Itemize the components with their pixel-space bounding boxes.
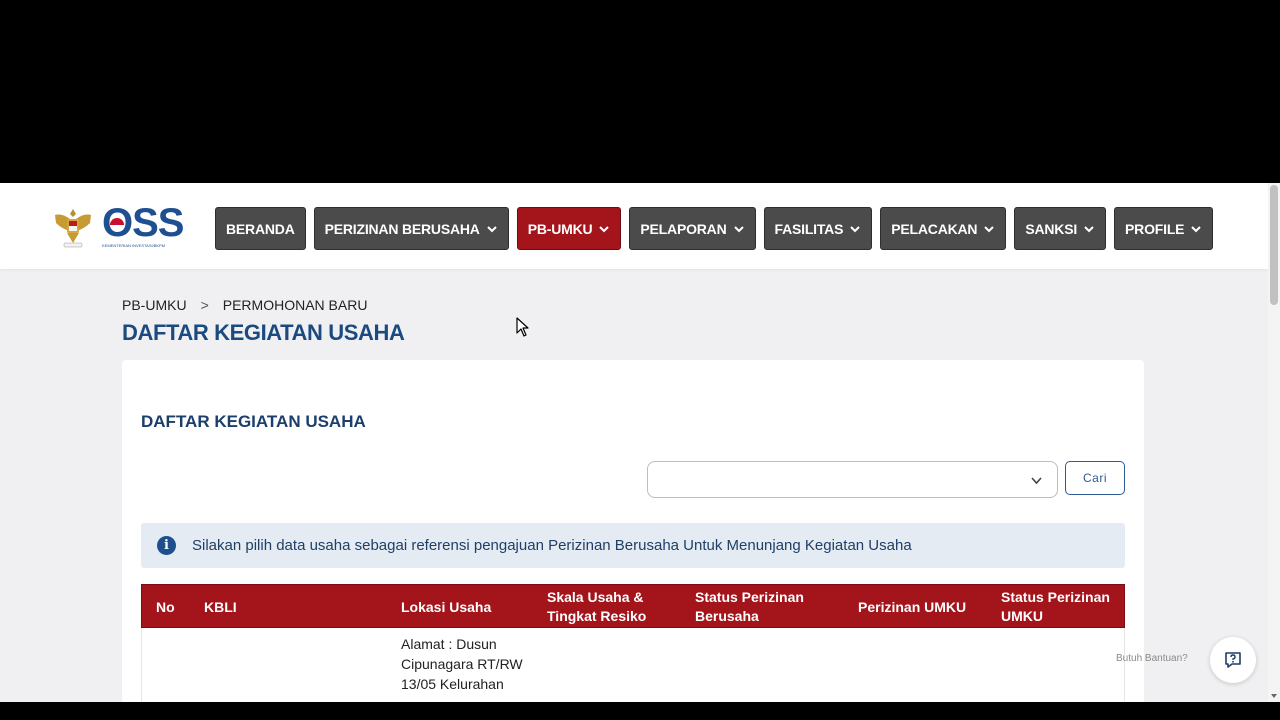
breadcrumb: PB-UMKU > PERMOHONAN BARU	[122, 297, 367, 313]
col-header-perizinan-umku: Perizinan UMKU	[858, 598, 967, 615]
chevron-down-icon	[599, 225, 610, 232]
help-label: Butuh Bantuan?	[1116, 653, 1188, 664]
nav-sanksi[interactable]: SANKSI	[1014, 207, 1107, 250]
breadcrumb-separator: >	[200, 297, 209, 313]
help-question-icon	[1225, 652, 1241, 668]
col-header-skala: Skala Usaha & Tingkat Resiko	[547, 589, 647, 624]
oss-logo-subtitle: KEMENTERIAN INVESTASI/BKPM	[102, 243, 166, 248]
nav-pelaporan[interactable]: PELAPORAN	[629, 207, 756, 250]
col-header-kbli: KBLI	[204, 598, 237, 615]
garuda-emblem-icon	[55, 209, 91, 248]
nav-profile[interactable]: PROFILE	[1114, 207, 1214, 250]
nav-pelacakan[interactable]: PELACAKAN	[880, 207, 1007, 250]
nav-perizinan-berusaha[interactable]: PERIZINAN BERUSAHA	[313, 207, 509, 250]
oss-wordmark: OSS KEMENTERIAN INVESTASI/BKPM	[102, 203, 190, 249]
main-nav: BERANDA PERIZINAN BERUSAHA PB-UMKU PELAP…	[215, 207, 1214, 250]
nav-beranda[interactable]: BERANDA	[215, 207, 306, 250]
data-usaha-select[interactable]	[647, 461, 1058, 498]
col-header-status-umku: Status Perizinan UMKU	[1001, 589, 1110, 624]
search-button[interactable]: Cari	[1065, 461, 1125, 495]
oss-logo[interactable]: OSS KEMENTERIAN INVESTASI/BKPM	[52, 203, 190, 249]
chevron-down-icon	[1191, 225, 1202, 232]
chevron-down-icon	[733, 225, 744, 232]
chevron-down-icon	[984, 225, 995, 232]
table-row[interactable]: Alamat : Dusun Cipunagara RT/RW 13/05 Ke…	[141, 628, 1125, 702]
kegiatan-usaha-card: DAFTAR KEGIATAN USAHA Cari i Silakan pil…	[122, 360, 1144, 702]
mouse-cursor-icon	[516, 317, 529, 337]
site-header: OSS KEMENTERIAN INVESTASI/BKPM BERANDA P…	[0, 183, 1268, 269]
oss-red-mark-icon	[110, 218, 124, 225]
info-icon: i	[157, 536, 176, 555]
scrollbar-thumb[interactable]	[1270, 185, 1278, 305]
nav-pb-umku[interactable]: PB-UMKU	[516, 207, 622, 250]
chevron-down-icon	[850, 225, 860, 232]
breadcrumb-item-pb-umku[interactable]: PB-UMKU	[122, 297, 187, 313]
scroll-down-arrow-icon[interactable]	[1270, 692, 1278, 700]
chevron-down-icon	[1031, 477, 1042, 485]
kegiatan-usaha-table: No KBLI Lokasi Usaha Skala Usaha & Tingk…	[141, 584, 1125, 702]
table-header: No KBLI Lokasi Usaha Skala Usaha & Tingk…	[141, 584, 1125, 628]
nav-fasilitas[interactable]: FASILITAS	[763, 207, 873, 250]
page-title: DAFTAR KEGIATAN USAHA	[122, 320, 405, 345]
help-button[interactable]	[1210, 637, 1256, 683]
video-letterbox-top	[0, 0, 1280, 183]
col-header-status-perizinan: Status Perizinan Berusaha	[695, 589, 804, 624]
browser-viewport: OSS KEMENTERIAN INVESTASI/BKPM BERANDA P…	[0, 183, 1280, 702]
chevron-down-icon	[1084, 225, 1094, 232]
info-alert: i Silakan pilih data usaha sebagai refer…	[141, 523, 1125, 568]
alert-text: Silakan pilih data usaha sebagai referen…	[192, 537, 912, 554]
chevron-down-icon	[486, 225, 497, 232]
col-header-lokasi: Lokasi Usaha	[401, 598, 492, 615]
video-letterbox-bottom	[0, 702, 1280, 720]
page-scrollbar[interactable]	[1268, 183, 1280, 702]
col-header-no: No	[156, 598, 175, 615]
cell-lokasi-usaha: Alamat : Dusun Cipunagara RT/RW 13/05 Ke…	[401, 636, 523, 692]
breadcrumb-item-permohonan-baru: PERMOHONAN BARU	[222, 297, 368, 313]
card-title: DAFTAR KEGIATAN USAHA	[141, 412, 366, 431]
